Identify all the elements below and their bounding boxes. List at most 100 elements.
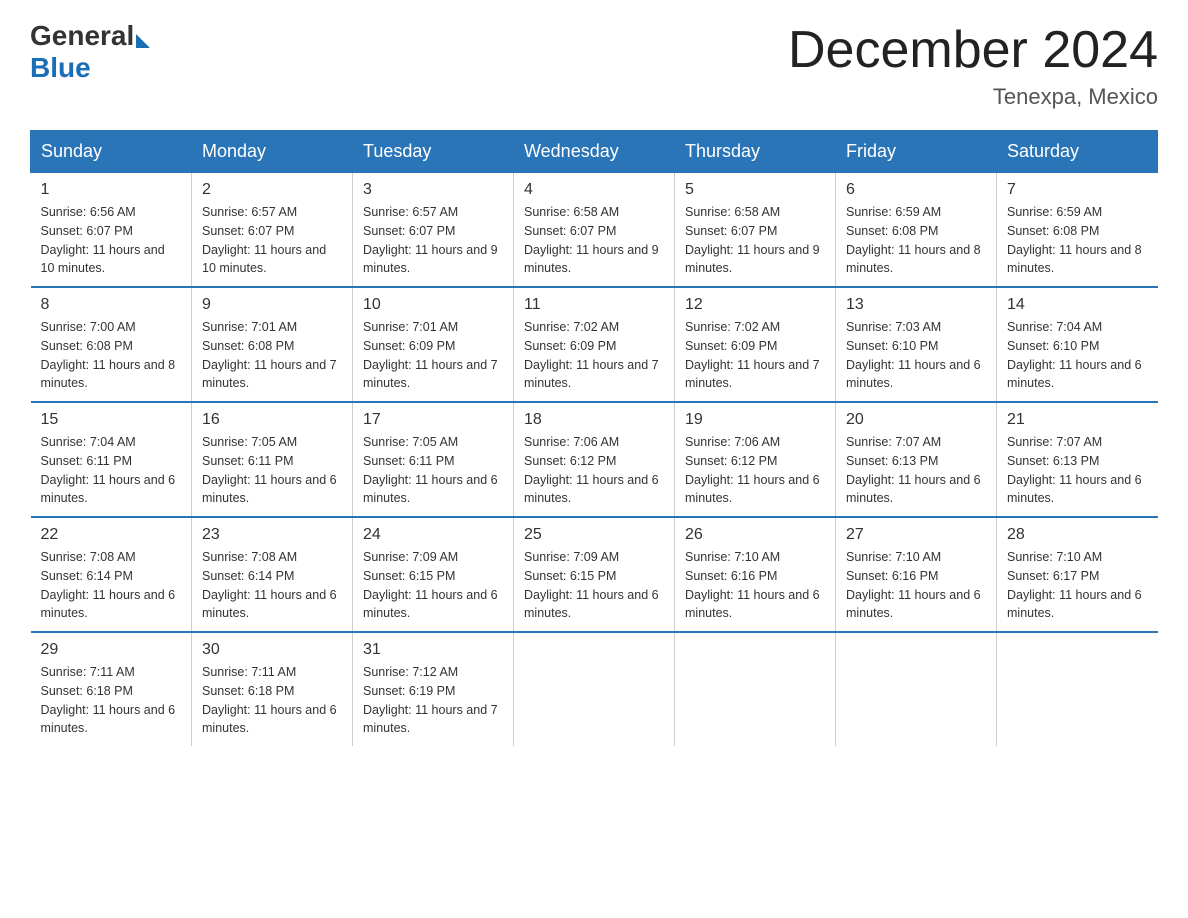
calendar-day-cell: 7 Sunrise: 6:59 AMSunset: 6:08 PMDayligh… xyxy=(997,173,1158,288)
day-info: Sunrise: 7:08 AMSunset: 6:14 PMDaylight:… xyxy=(202,550,337,620)
calendar-day-cell: 26 Sunrise: 7:10 AMSunset: 6:16 PMDaylig… xyxy=(675,517,836,632)
day-info: Sunrise: 7:05 AMSunset: 6:11 PMDaylight:… xyxy=(202,435,337,505)
month-title: December 2024 xyxy=(788,20,1158,80)
calendar-day-cell: 9 Sunrise: 7:01 AMSunset: 6:08 PMDayligh… xyxy=(192,287,353,402)
day-number: 9 xyxy=(202,296,342,314)
calendar-day-cell: 11 Sunrise: 7:02 AMSunset: 6:09 PMDaylig… xyxy=(514,287,675,402)
calendar-day-cell: 1 Sunrise: 6:56 AMSunset: 6:07 PMDayligh… xyxy=(31,173,192,288)
day-number: 8 xyxy=(41,296,182,314)
header-monday: Monday xyxy=(192,131,353,173)
day-number: 1 xyxy=(41,181,182,199)
day-info: Sunrise: 7:07 AMSunset: 6:13 PMDaylight:… xyxy=(1007,435,1142,505)
calendar-day-cell: 28 Sunrise: 7:10 AMSunset: 6:17 PMDaylig… xyxy=(997,517,1158,632)
day-info: Sunrise: 6:57 AMSunset: 6:07 PMDaylight:… xyxy=(363,205,498,275)
day-number: 10 xyxy=(363,296,503,314)
day-info: Sunrise: 7:10 AMSunset: 6:16 PMDaylight:… xyxy=(846,550,981,620)
location-subtitle: Tenexpa, Mexico xyxy=(788,84,1158,110)
day-number: 6 xyxy=(846,181,986,199)
day-number: 21 xyxy=(1007,411,1148,429)
calendar-day-cell: 14 Sunrise: 7:04 AMSunset: 6:10 PMDaylig… xyxy=(997,287,1158,402)
calendar-header-row: Sunday Monday Tuesday Wednesday Thursday… xyxy=(31,131,1158,173)
day-info: Sunrise: 7:05 AMSunset: 6:11 PMDaylight:… xyxy=(363,435,498,505)
logo: General Blue xyxy=(30,20,152,84)
logo-general-text: General xyxy=(30,20,134,52)
header-sunday: Sunday xyxy=(31,131,192,173)
day-number: 19 xyxy=(685,411,825,429)
calendar-day-cell: 27 Sunrise: 7:10 AMSunset: 6:16 PMDaylig… xyxy=(836,517,997,632)
calendar-day-cell: 18 Sunrise: 7:06 AMSunset: 6:12 PMDaylig… xyxy=(514,402,675,517)
day-number: 23 xyxy=(202,526,342,544)
day-info: Sunrise: 7:02 AMSunset: 6:09 PMDaylight:… xyxy=(685,320,820,390)
day-info: Sunrise: 6:59 AMSunset: 6:08 PMDaylight:… xyxy=(1007,205,1142,275)
day-number: 17 xyxy=(363,411,503,429)
day-number: 26 xyxy=(685,526,825,544)
day-info: Sunrise: 7:06 AMSunset: 6:12 PMDaylight:… xyxy=(685,435,820,505)
calendar-day-cell xyxy=(997,632,1158,746)
day-number: 20 xyxy=(846,411,986,429)
calendar-day-cell: 20 Sunrise: 7:07 AMSunset: 6:13 PMDaylig… xyxy=(836,402,997,517)
calendar-week-row: 8 Sunrise: 7:00 AMSunset: 6:08 PMDayligh… xyxy=(31,287,1158,402)
day-info: Sunrise: 7:11 AMSunset: 6:18 PMDaylight:… xyxy=(41,665,176,735)
day-number: 28 xyxy=(1007,526,1148,544)
day-info: Sunrise: 7:00 AMSunset: 6:08 PMDaylight:… xyxy=(41,320,176,390)
header-saturday: Saturday xyxy=(997,131,1158,173)
header-thursday: Thursday xyxy=(675,131,836,173)
title-section: December 2024 Tenexpa, Mexico xyxy=(788,20,1158,110)
day-number: 29 xyxy=(41,641,182,659)
calendar-day-cell: 4 Sunrise: 6:58 AMSunset: 6:07 PMDayligh… xyxy=(514,173,675,288)
logo-blue-text: Blue xyxy=(30,52,91,84)
header-wednesday: Wednesday xyxy=(514,131,675,173)
calendar-day-cell: 21 Sunrise: 7:07 AMSunset: 6:13 PMDaylig… xyxy=(997,402,1158,517)
day-number: 18 xyxy=(524,411,664,429)
day-number: 7 xyxy=(1007,181,1148,199)
header-friday: Friday xyxy=(836,131,997,173)
day-info: Sunrise: 7:07 AMSunset: 6:13 PMDaylight:… xyxy=(846,435,981,505)
calendar-day-cell: 23 Sunrise: 7:08 AMSunset: 6:14 PMDaylig… xyxy=(192,517,353,632)
day-info: Sunrise: 7:01 AMSunset: 6:09 PMDaylight:… xyxy=(363,320,498,390)
calendar-day-cell xyxy=(514,632,675,746)
calendar-day-cell: 19 Sunrise: 7:06 AMSunset: 6:12 PMDaylig… xyxy=(675,402,836,517)
calendar-day-cell: 24 Sunrise: 7:09 AMSunset: 6:15 PMDaylig… xyxy=(353,517,514,632)
calendar-day-cell: 13 Sunrise: 7:03 AMSunset: 6:10 PMDaylig… xyxy=(836,287,997,402)
calendar-day-cell: 5 Sunrise: 6:58 AMSunset: 6:07 PMDayligh… xyxy=(675,173,836,288)
calendar-day-cell: 8 Sunrise: 7:00 AMSunset: 6:08 PMDayligh… xyxy=(31,287,192,402)
day-info: Sunrise: 7:08 AMSunset: 6:14 PMDaylight:… xyxy=(41,550,176,620)
day-info: Sunrise: 7:01 AMSunset: 6:08 PMDaylight:… xyxy=(202,320,337,390)
calendar-day-cell: 25 Sunrise: 7:09 AMSunset: 6:15 PMDaylig… xyxy=(514,517,675,632)
calendar-week-row: 29 Sunrise: 7:11 AMSunset: 6:18 PMDaylig… xyxy=(31,632,1158,746)
calendar-day-cell: 15 Sunrise: 7:04 AMSunset: 6:11 PMDaylig… xyxy=(31,402,192,517)
calendar-day-cell: 31 Sunrise: 7:12 AMSunset: 6:19 PMDaylig… xyxy=(353,632,514,746)
day-number: 15 xyxy=(41,411,182,429)
day-info: Sunrise: 7:11 AMSunset: 6:18 PMDaylight:… xyxy=(202,665,337,735)
calendar-day-cell: 22 Sunrise: 7:08 AMSunset: 6:14 PMDaylig… xyxy=(31,517,192,632)
day-info: Sunrise: 7:03 AMSunset: 6:10 PMDaylight:… xyxy=(846,320,981,390)
day-number: 4 xyxy=(524,181,664,199)
day-number: 31 xyxy=(363,641,503,659)
day-info: Sunrise: 7:04 AMSunset: 6:11 PMDaylight:… xyxy=(41,435,176,505)
calendar-week-row: 1 Sunrise: 6:56 AMSunset: 6:07 PMDayligh… xyxy=(31,173,1158,288)
day-info: Sunrise: 6:56 AMSunset: 6:07 PMDaylight:… xyxy=(41,205,165,275)
calendar-day-cell: 30 Sunrise: 7:11 AMSunset: 6:18 PMDaylig… xyxy=(192,632,353,746)
day-number: 22 xyxy=(41,526,182,544)
day-info: Sunrise: 7:04 AMSunset: 6:10 PMDaylight:… xyxy=(1007,320,1142,390)
calendar-day-cell xyxy=(836,632,997,746)
day-info: Sunrise: 7:10 AMSunset: 6:16 PMDaylight:… xyxy=(685,550,820,620)
day-number: 16 xyxy=(202,411,342,429)
day-number: 25 xyxy=(524,526,664,544)
day-info: Sunrise: 7:02 AMSunset: 6:09 PMDaylight:… xyxy=(524,320,659,390)
logo-arrow-icon xyxy=(136,34,150,48)
calendar-day-cell: 3 Sunrise: 6:57 AMSunset: 6:07 PMDayligh… xyxy=(353,173,514,288)
calendar-day-cell: 10 Sunrise: 7:01 AMSunset: 6:09 PMDaylig… xyxy=(353,287,514,402)
header-tuesday: Tuesday xyxy=(353,131,514,173)
calendar-day-cell: 29 Sunrise: 7:11 AMSunset: 6:18 PMDaylig… xyxy=(31,632,192,746)
day-info: Sunrise: 7:09 AMSunset: 6:15 PMDaylight:… xyxy=(524,550,659,620)
day-info: Sunrise: 6:59 AMSunset: 6:08 PMDaylight:… xyxy=(846,205,981,275)
page-header: General Blue December 2024 Tenexpa, Mexi… xyxy=(30,20,1158,110)
day-number: 27 xyxy=(846,526,986,544)
calendar-day-cell: 16 Sunrise: 7:05 AMSunset: 6:11 PMDaylig… xyxy=(192,402,353,517)
day-number: 30 xyxy=(202,641,342,659)
day-number: 11 xyxy=(524,296,664,314)
calendar-day-cell: 12 Sunrise: 7:02 AMSunset: 6:09 PMDaylig… xyxy=(675,287,836,402)
day-number: 3 xyxy=(363,181,503,199)
day-info: Sunrise: 7:12 AMSunset: 6:19 PMDaylight:… xyxy=(363,665,498,735)
